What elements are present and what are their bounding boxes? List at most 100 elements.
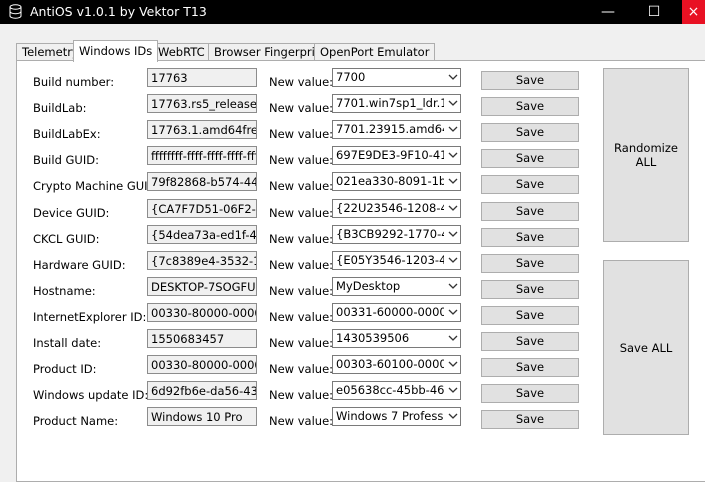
install-date-label: Install date: [33, 336, 102, 350]
windows-update-id-current-value: 6d92fb6e-da56-4369-a [147, 381, 257, 400]
internetexplorer-id-label: InternetExplorer ID: [33, 310, 147, 324]
product-name-current-value: Windows 10 Pro [147, 407, 257, 426]
ckcl-guid-save-button[interactable]: Save [481, 228, 579, 247]
device-guid-new-value-select[interactable]: {22U23546-1208-4710 [332, 199, 461, 218]
chevron-down-icon [448, 335, 458, 341]
hostname-new-value-select[interactable]: MyDesktop [332, 277, 461, 296]
buildlab-new-value-select[interactable]: 7701.win7sp1_ldr.1707 [332, 94, 461, 113]
device-guid-current-value: {CA7F7D51-06F2-48B [147, 199, 257, 218]
build-number-new-value-label: New value: [269, 75, 334, 89]
crypto-machine-guid-new-value-label: New value: [269, 179, 334, 193]
chevron-down-icon [448, 205, 458, 211]
device-guid-save-button[interactable]: Save [481, 202, 579, 221]
buildlabex-label: BuildLabEx: [33, 127, 101, 141]
product-name-save-button[interactable]: Save [481, 410, 579, 429]
device-guid-new-value-label: New value: [269, 206, 334, 220]
ckcl-guid-new-value: {B3CB9292-1770-4720 [336, 227, 444, 241]
product-name-new-value-select[interactable]: Windows 7 Profession [332, 407, 461, 426]
build-number-label: Build number: [33, 75, 115, 89]
build-guid-new-value: 697E9DE3-9F10-4123 [336, 148, 444, 162]
crypto-machine-guid-current-value: 79f82868-b574-44d4-a [147, 172, 257, 191]
crypto-machine-guid-label: Crypto Machine GUID: [33, 179, 161, 193]
minimize-icon: — [601, 4, 615, 20]
database-icon [9, 4, 22, 19]
close-button[interactable]: × [682, 0, 705, 24]
product-id-save-button[interactable]: Save [481, 358, 579, 377]
install-date-new-value-select[interactable]: 1430539506 [332, 329, 461, 348]
minimize-button[interactable]: — [590, 0, 626, 24]
tab-windows-ids[interactable]: Windows IDs [73, 40, 159, 62]
crypto-machine-guid-new-value-select[interactable]: 021ea330-8091-1b02- [332, 172, 461, 191]
windows-update-id-new-value-label: New value: [269, 388, 334, 402]
chevron-down-icon [448, 387, 458, 393]
hostname-new-value-label: New value: [269, 284, 334, 298]
maximize-button[interactable]: ☐ [636, 0, 672, 24]
save-all-button[interactable]: Save ALL [603, 260, 689, 435]
buildlabex-new-value-select[interactable]: 7701.23915.amd64fre [332, 120, 461, 139]
buildlabex-save-button[interactable]: Save [481, 123, 579, 142]
chevron-down-icon [448, 413, 458, 419]
ckcl-guid-current-value: {54dea73a-ed1f-42a4- [147, 225, 257, 244]
buildlabex-new-value-label: New value: [269, 127, 334, 141]
buildlab-label: BuildLab: [33, 101, 87, 115]
title-bar: AntiOS v1.0.1 by Vektor T13 — ☐ × [0, 0, 705, 24]
hardware-guid-save-button[interactable]: Save [481, 254, 579, 273]
windows-update-id-label: Windows update ID: [33, 388, 149, 402]
chevron-down-icon [448, 100, 458, 106]
internetexplorer-id-new-value-select[interactable]: 00331-60000-00000-A [332, 303, 461, 322]
windows-update-id-new-value: e05638cc-45bb-4678- [336, 383, 444, 397]
windows-update-id-new-value-select[interactable]: e05638cc-45bb-4678- [332, 381, 461, 400]
device-guid-label: Device GUID: [33, 206, 110, 220]
chevron-down-icon [448, 361, 458, 367]
randomize-all-button[interactable]: Randomize ALL [603, 68, 689, 242]
ckcl-guid-new-value-select[interactable]: {B3CB9292-1770-4720 [332, 225, 461, 244]
buildlab-current-value: 17763.rs5_release.180 [147, 94, 257, 113]
build-guid-label: Build GUID: [33, 153, 99, 167]
build-number-save-button[interactable]: Save [481, 71, 579, 90]
windows-update-id-save-button[interactable]: Save [481, 384, 579, 403]
build-number-new-value: 7700 [336, 70, 366, 84]
product-name-new-value-label: New value: [269, 414, 334, 428]
install-date-new-value: 1430539506 [336, 331, 410, 345]
hardware-guid-label: Hardware GUID: [33, 258, 126, 272]
product-id-new-value-select[interactable]: 00303-60100-00000-0 [332, 355, 461, 374]
build-guid-save-button[interactable]: Save [481, 149, 579, 168]
maximize-icon: ☐ [647, 4, 661, 20]
hardware-guid-new-value: {E05Y3546-1203-4710 [336, 253, 444, 267]
internetexplorer-id-new-value: 00331-60000-00000-A [336, 305, 444, 319]
install-date-new-value-label: New value: [269, 336, 334, 350]
buildlab-save-button[interactable]: Save [481, 97, 579, 116]
hardware-guid-new-value-select[interactable]: {E05Y3546-1203-4710 [332, 251, 461, 270]
chevron-down-icon [448, 152, 458, 158]
tab-openport-emulator[interactable]: OpenPort Emulator [314, 43, 436, 61]
hardware-guid-new-value-label: New value: [269, 258, 334, 272]
hardware-guid-current-value: {7c8389e4-3532-11e9 [147, 251, 257, 270]
install-date-save-button[interactable]: Save [481, 332, 579, 351]
internetexplorer-id-save-button[interactable]: Save [481, 306, 579, 325]
product-name-new-value: Windows 7 Profession [336, 409, 444, 423]
buildlabex-current-value: 17763.1.amd64fre.rs5_ [147, 120, 257, 139]
device-guid-new-value: {22U23546-1208-4710 [336, 201, 444, 215]
buildlab-new-value-label: New value: [269, 101, 334, 115]
hostname-current-value: DESKTOP-7SOGFUQ [147, 277, 257, 296]
ckcl-guid-new-value-label: New value: [269, 232, 334, 246]
internetexplorer-id-new-value-label: New value: [269, 310, 334, 324]
hostname-save-button[interactable]: Save [481, 280, 579, 299]
tab-webrtc[interactable]: WebRTC [152, 43, 211, 61]
chevron-down-icon [448, 309, 458, 315]
ckcl-guid-label: CKCL GUID: [33, 232, 100, 246]
window-title: AntiOS v1.0.1 by Vektor T13 [30, 4, 207, 19]
chevron-down-icon [448, 178, 458, 184]
chevron-down-icon [448, 74, 458, 80]
build-number-new-value-select[interactable]: 7700 [332, 68, 461, 87]
product-id-current-value: 00330-80000-00000-A [147, 355, 257, 374]
build-guid-new-value-label: New value: [269, 153, 334, 167]
build-guid-new-value-select[interactable]: 697E9DE3-9F10-4123 [332, 146, 461, 165]
chevron-down-icon [448, 283, 458, 289]
product-id-new-value: 00303-60100-00000-0 [336, 357, 444, 371]
product-id-label: Product ID: [33, 362, 97, 376]
crypto-machine-guid-save-button[interactable]: Save [481, 175, 579, 194]
crypto-machine-guid-new-value: 021ea330-8091-1b02- [336, 174, 444, 188]
chevron-down-icon [448, 231, 458, 237]
build-number-current-value: 17763 [147, 68, 257, 87]
